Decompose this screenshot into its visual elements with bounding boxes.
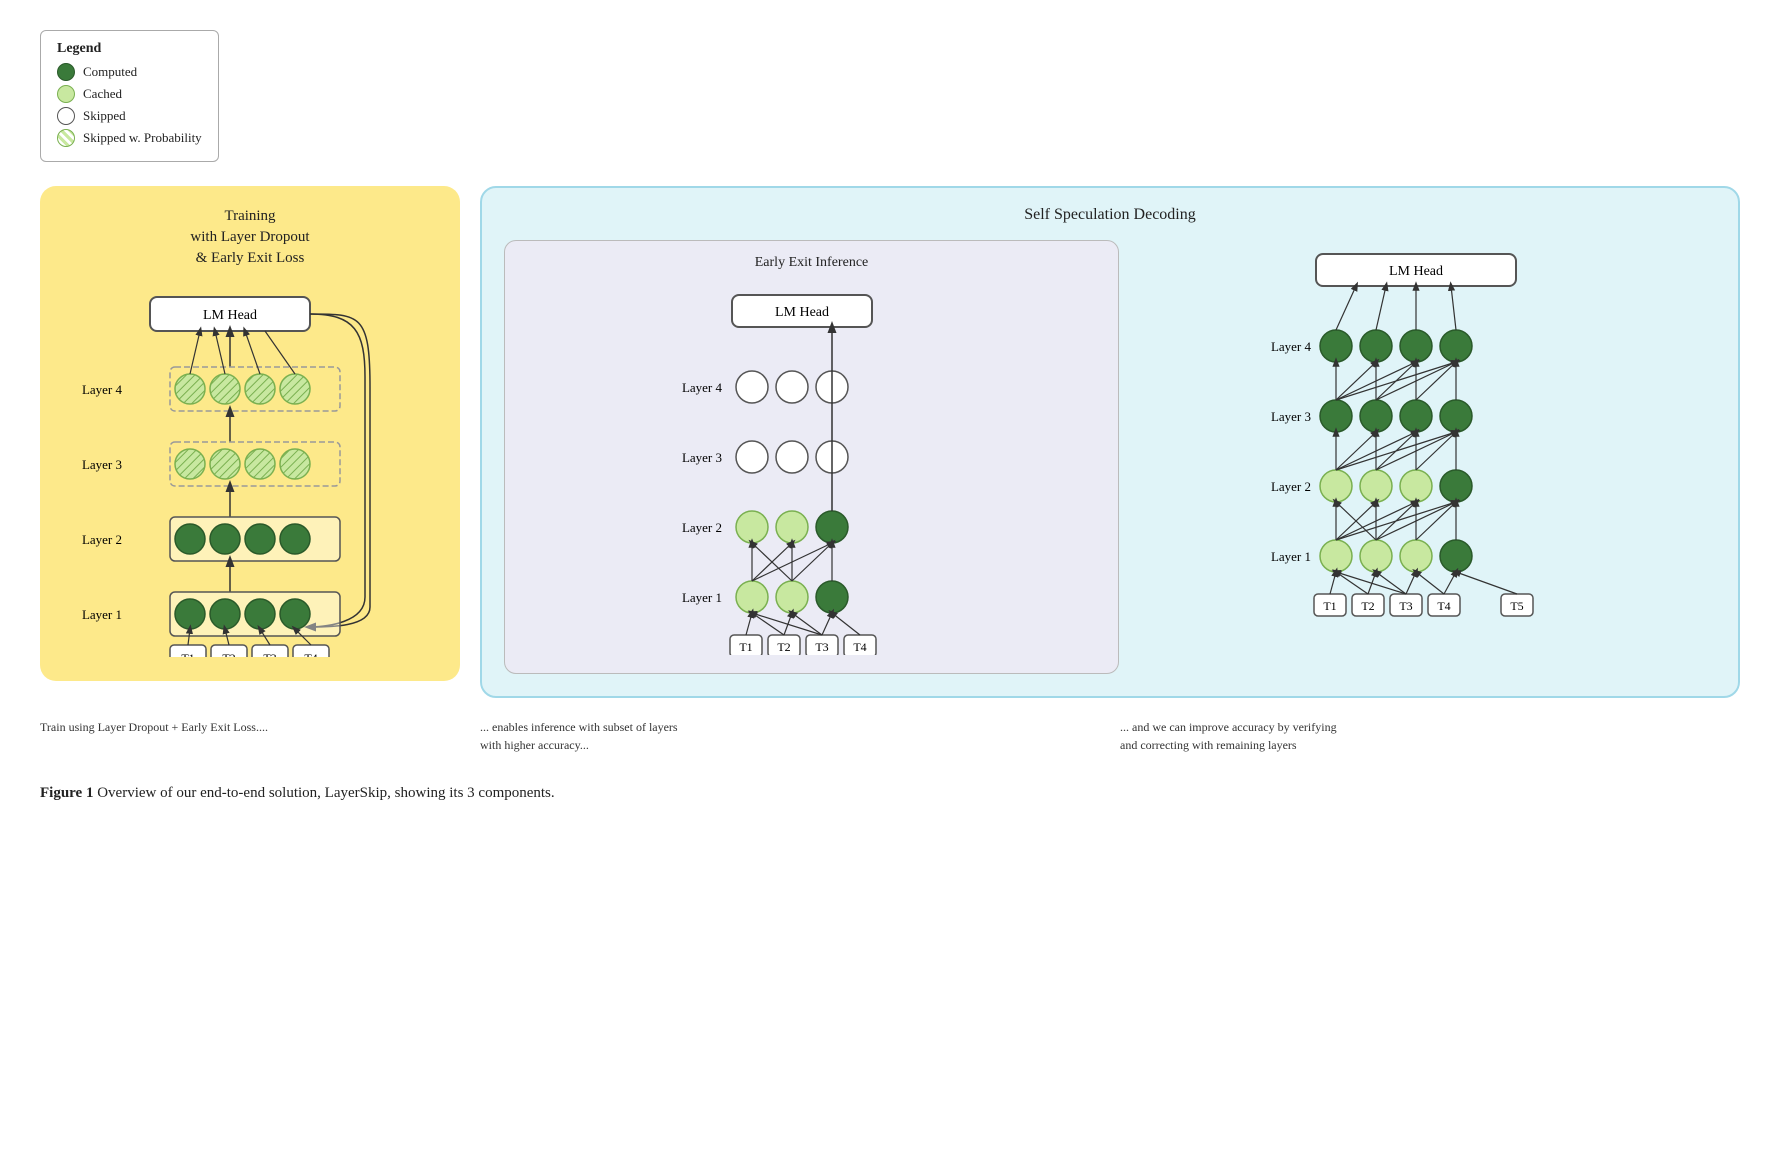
svg-text:Layer 1: Layer 1 (82, 607, 122, 622)
svg-text:T3: T3 (815, 640, 828, 654)
svg-text:Layer 2: Layer 2 (681, 520, 721, 535)
computed-icon (57, 63, 75, 81)
svg-text:Layer 3: Layer 3 (681, 450, 721, 465)
training-box: Trainingwith Layer Dropout& Early Exit L… (40, 186, 460, 681)
figure-caption-text: Overview of our end-to-end solution, Lay… (97, 785, 554, 801)
svg-text:Layer 2: Layer 2 (82, 532, 122, 547)
verification-diagram: LM Head Layer 4 Layer 3 Layer 2 (1256, 244, 1596, 634)
caption-early-exit: ... enables inference with subset of lay… (480, 718, 1100, 754)
svg-text:T2: T2 (222, 651, 235, 657)
svg-text:T3: T3 (263, 651, 276, 657)
svg-text:Layer 1: Layer 1 (1270, 549, 1310, 564)
caption-training: Train using Layer Dropout + Early Exit L… (40, 718, 460, 736)
svg-text:T5: T5 (1510, 599, 1523, 613)
svg-text:T1: T1 (181, 651, 194, 657)
svg-text:Layer 4: Layer 4 (1270, 339, 1311, 354)
captions-row: Train using Layer Dropout + Early Exit L… (40, 718, 1740, 754)
svg-text:T1: T1 (1323, 599, 1336, 613)
cached-icon (57, 85, 75, 103)
early-exit-diagram: LM Head Layer 4 Layer 3 Layer 2 (672, 285, 952, 655)
training-diagram: LM Head Layer 4 Layer 3 (70, 287, 430, 657)
speculation-inner: Early Exit Inference LM Head Layer 4 (504, 240, 1716, 674)
training-title: Trainingwith Layer Dropout& Early Exit L… (62, 206, 438, 269)
early-exit-title: Early Exit Inference (521, 255, 1102, 271)
skipped-prob-icon (57, 129, 75, 147)
svg-text:T2: T2 (777, 640, 790, 654)
svg-text:T4: T4 (304, 651, 317, 657)
svg-text:Layer 4: Layer 4 (681, 380, 722, 395)
svg-text:Layer 1: Layer 1 (681, 590, 721, 605)
legend-label-cached: Cached (83, 86, 122, 102)
svg-text:T3: T3 (1399, 599, 1412, 613)
speculation-title: Self Speculation Decoding (504, 206, 1716, 224)
main-content: Trainingwith Layer Dropout& Early Exit L… (40, 186, 1740, 698)
caption-verification: ... and we can improve accuracy by verif… (1120, 718, 1740, 754)
svg-text:T4: T4 (853, 640, 866, 654)
figure-caption: Figure 1 Overview of our end-to-end solu… (40, 782, 1740, 805)
svg-text:T4: T4 (1437, 599, 1450, 613)
legend-item-computed: Computed (57, 63, 202, 81)
legend-title: Legend (57, 41, 202, 57)
early-exit-box: Early Exit Inference LM Head Layer 4 (504, 240, 1119, 674)
speculation-box: Self Speculation Decoding Early Exit Inf… (480, 186, 1740, 698)
svg-text:T2: T2 (1361, 599, 1374, 613)
legend-item-cached: Cached (57, 85, 202, 103)
legend-label-skipped: Skipped (83, 108, 126, 124)
svg-text:Layer 2: Layer 2 (1270, 479, 1310, 494)
legend-label-skipped-prob: Skipped w. Probability (83, 130, 202, 146)
svg-text:LM Head: LM Head (203, 308, 257, 323)
svg-text:Layer 3: Layer 3 (1270, 409, 1310, 424)
skipped-icon (57, 107, 75, 125)
svg-text:Layer 3: Layer 3 (82, 457, 122, 472)
legend-label-computed: Computed (83, 64, 137, 80)
svg-text:LM Head: LM Head (1388, 264, 1442, 279)
verification-box: LM Head Layer 4 Layer 3 Layer 2 (1135, 240, 1716, 674)
svg-text:LM Head: LM Head (774, 305, 828, 320)
legend-box: Legend Computed Cached Skipped Skipped w… (40, 30, 219, 162)
legend-item-skipped: Skipped (57, 107, 202, 125)
svg-text:Layer 4: Layer 4 (82, 382, 123, 397)
legend-item-skipped-prob: Skipped w. Probability (57, 129, 202, 147)
svg-text:T1: T1 (739, 640, 752, 654)
